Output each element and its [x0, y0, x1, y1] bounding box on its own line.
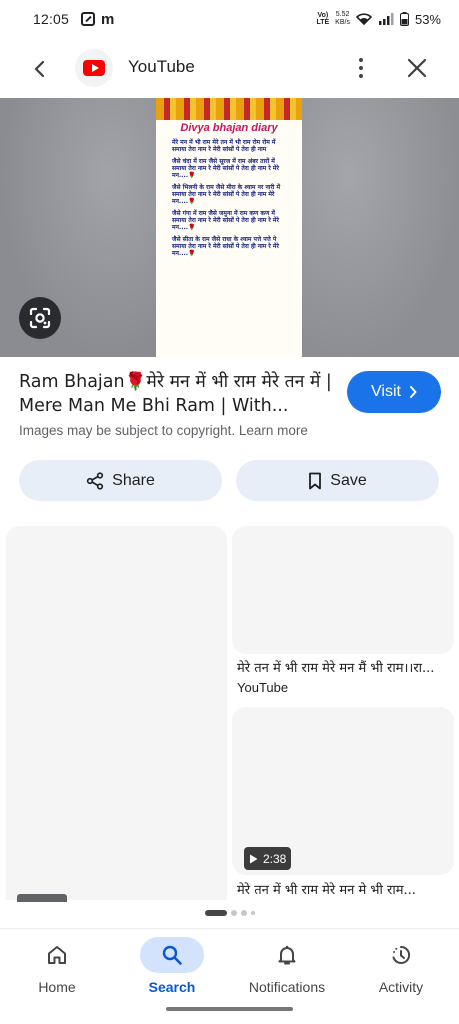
- more-vert-icon: [359, 58, 363, 62]
- chevron-right-icon: [409, 386, 417, 398]
- lens-button[interactable]: [19, 297, 61, 339]
- play-icon: [250, 854, 258, 863]
- nav-notifications-label: Notifications: [248, 979, 326, 995]
- signal-icon: [378, 13, 394, 25]
- source-title[interactable]: YouTube: [128, 57, 195, 77]
- page-indicator: [0, 910, 459, 916]
- back-arrow-icon: [34, 60, 45, 78]
- doc-title: Divya bhajan diary: [180, 122, 278, 134]
- share-icon: [87, 471, 104, 490]
- related-image-card[interactable]: [6, 526, 227, 900]
- result-title[interactable]: Ram Bhajan🌹मेरे मन में भी राम मेरे तन मे…: [19, 370, 334, 418]
- bookmark-icon: [309, 472, 322, 489]
- nav-home[interactable]: Home: [7, 937, 107, 995]
- bell-icon: [278, 945, 296, 965]
- lyrics-paragraph: मेरे मन में भी राम मेरे तन में भी राम रो…: [172, 139, 276, 153]
- save-label: Save: [330, 471, 367, 489]
- lyrics-paragraph: जैसे भिलनी के राम जैसे मीरा के श्याम नर …: [172, 184, 281, 205]
- home-icon: [48, 946, 66, 964]
- nav-activity[interactable]: Activity: [351, 937, 451, 995]
- youtube-icon: [83, 60, 105, 76]
- nav-search-label: Search: [148, 979, 196, 995]
- bhajan-lyrics-image: Divya bhajan diary मेरे मन में भी राम मे…: [156, 98, 302, 357]
- source-favicon: [75, 49, 113, 87]
- close-icon: [407, 58, 427, 78]
- history-icon: [392, 945, 411, 964]
- close-button[interactable]: [403, 54, 431, 82]
- nav-notifications[interactable]: Notifications: [237, 937, 337, 995]
- lyrics-paragraph: जैसे सीता के राम जैसे राधा के श्याम पत्त…: [172, 236, 279, 257]
- share-button[interactable]: Share: [19, 460, 222, 501]
- lyrics-paragraph: जैसे गंगा में राम जैसे जमुना में राम कण …: [172, 210, 279, 231]
- more-options-button[interactable]: [350, 54, 372, 82]
- video-duration-badge: 2:38: [244, 847, 292, 870]
- lyrics-paragraph: जैसे चंदा में राम जैसे सूरज में राम अंबर…: [172, 158, 279, 179]
- related-card-source: YouTube: [237, 680, 289, 695]
- status-bar: 12:05 m Vo) LTE 5.52 KB/s 53%: [0, 0, 459, 38]
- related-image-card[interactable]: [232, 526, 454, 654]
- preview-image[interactable]: Divya bhajan diary मेरे मन में भी राम मे…: [0, 98, 459, 357]
- wifi-icon: [355, 13, 372, 25]
- lens-icon: [29, 307, 51, 329]
- back-button[interactable]: [26, 56, 52, 82]
- network-type: Vo) LTE: [316, 12, 330, 26]
- nav-activity-label: Activity: [378, 979, 424, 995]
- marigold-border: [156, 98, 302, 120]
- nav-search[interactable]: Search: [122, 937, 222, 995]
- visit-button[interactable]: Visit: [347, 371, 441, 413]
- related-card-caption[interactable]: मेरे तन में भी राम मेरे मन मे भी राम...: [237, 880, 451, 898]
- nav-home-label: Home: [38, 979, 76, 995]
- battery-percent: 53%: [414, 11, 441, 27]
- search-icon: [162, 945, 182, 965]
- viewer-header: YouTube: [0, 38, 459, 98]
- visit-label: Visit: [371, 383, 401, 400]
- status-time: 12:05: [33, 11, 70, 27]
- m-notification-icon: m: [101, 10, 115, 28]
- battery-icon: [399, 12, 409, 26]
- save-button[interactable]: Save: [236, 460, 439, 501]
- network-speed: 5.52 KB/s: [335, 11, 350, 26]
- learn-more-link[interactable]: Learn more: [239, 423, 308, 438]
- related-card-caption[interactable]: मेरे तन में भी राम मेरे मन मैं भी राम।।र…: [237, 658, 451, 676]
- gesture-handle[interactable]: [166, 1007, 293, 1011]
- share-label: Share: [112, 471, 155, 489]
- copyright-notice: Images may be subject to copyright. Lear…: [19, 423, 308, 438]
- app-notification-icon: [81, 12, 96, 26]
- related-card-badge: [17, 894, 67, 902]
